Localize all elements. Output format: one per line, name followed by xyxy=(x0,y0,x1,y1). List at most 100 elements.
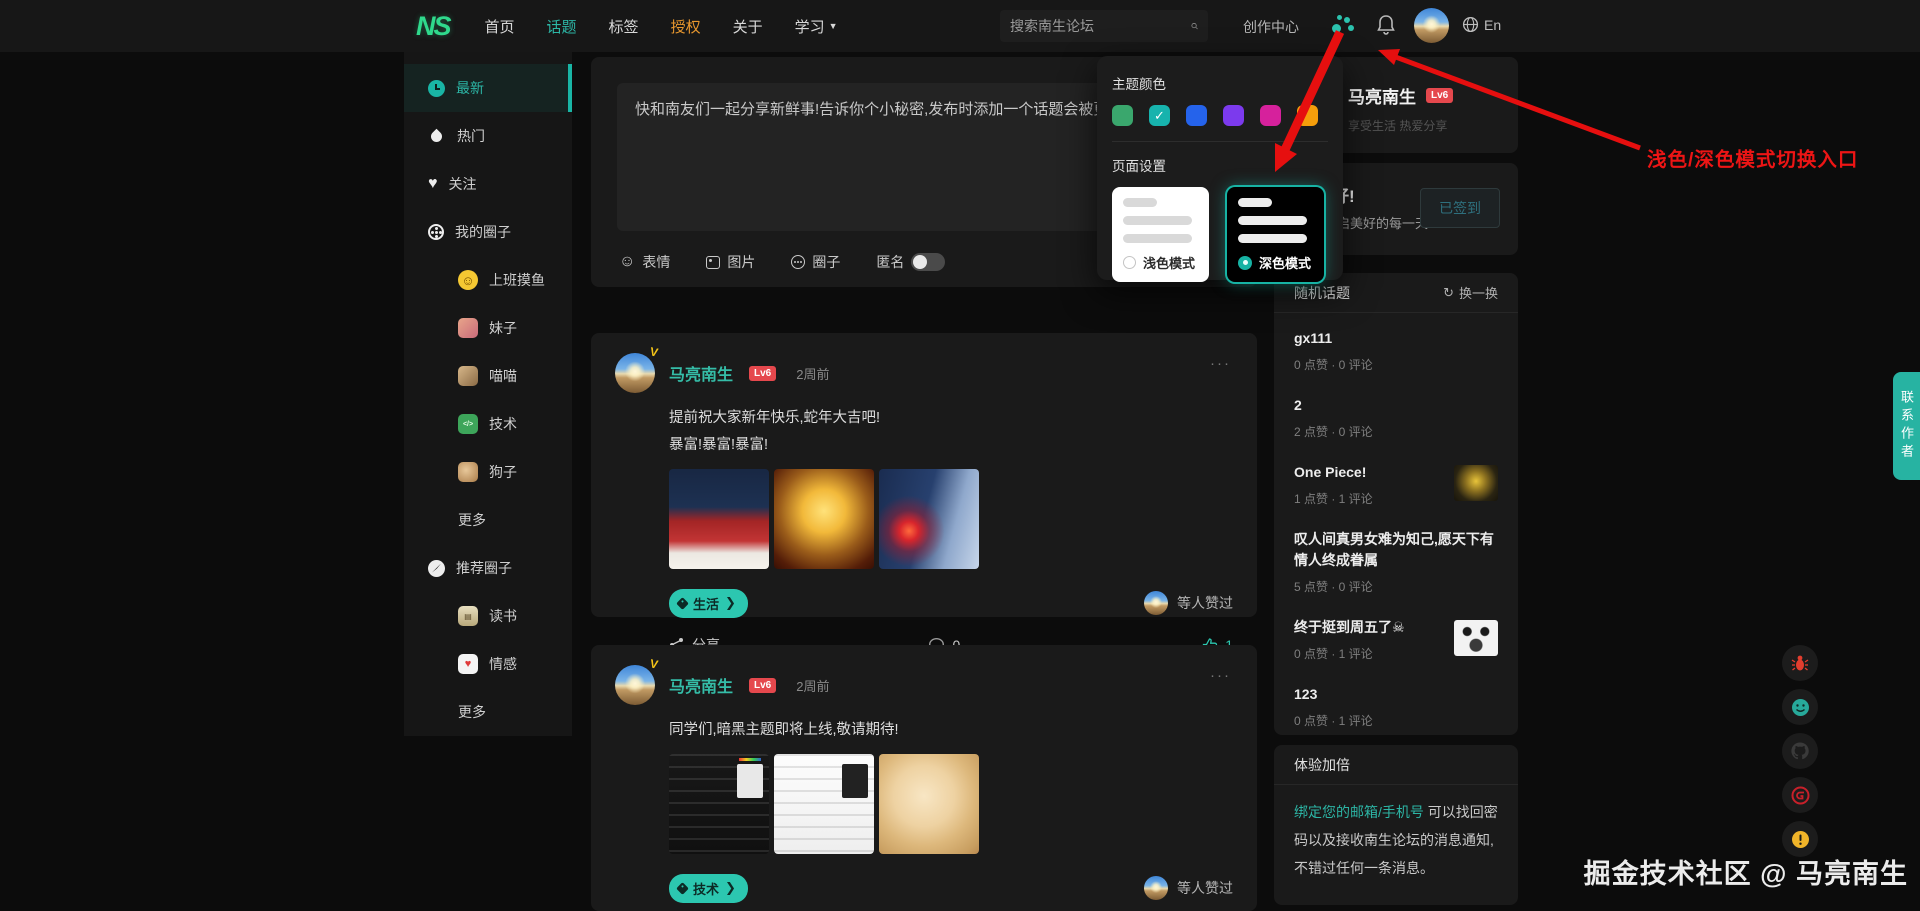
post-author-avatar[interactable]: V xyxy=(615,353,655,393)
theme-settings-popup: 主题颜色 ✓ 页面设置 浅色模式 深色模式 xyxy=(1097,56,1343,280)
bind-card-title: 体验加倍 xyxy=(1294,755,1350,775)
post-time: 2周前 xyxy=(796,364,829,383)
smiley-icon xyxy=(1791,698,1810,717)
gitee-button[interactable] xyxy=(1782,777,1818,813)
sidebar-circle-reading[interactable]: ▤ 读书 xyxy=(404,592,572,640)
post-image-dark-screenshot[interactable] xyxy=(669,754,769,854)
post-image-snow-houses[interactable] xyxy=(669,469,769,569)
sidebar-circle-tech[interactable]: </> 技术 xyxy=(404,400,572,448)
qq-contact-button[interactable] xyxy=(1782,689,1818,725)
color-swatch-purple[interactable] xyxy=(1223,105,1244,126)
girl-avatar xyxy=(458,318,478,338)
color-swatch-orange[interactable] xyxy=(1297,105,1318,126)
nav-tags[interactable]: 标签 xyxy=(596,16,652,37)
post-image-doge[interactable] xyxy=(879,754,979,854)
color-swatch-magenta[interactable] xyxy=(1260,105,1281,126)
circle-button[interactable]: 圈子 xyxy=(791,252,840,272)
sidebar-circle-moyu[interactable]: ☺ 上班摸鱼 xyxy=(404,256,572,304)
liked-by[interactable]: 等人赞过 xyxy=(1144,591,1233,615)
theme-palette-icon[interactable] xyxy=(1332,15,1354,37)
github-button[interactable] xyxy=(1782,733,1818,769)
topic-item[interactable]: 2 2 点赞 · 0 评论 xyxy=(1294,384,1498,451)
sidebar-circle-meizi[interactable]: 妹子 xyxy=(404,304,572,352)
image-button[interactable]: 图片 xyxy=(706,252,755,272)
nav-home[interactable]: 首页 xyxy=(472,16,528,37)
light-mode-option[interactable]: 浅色模式 xyxy=(1112,187,1209,282)
sidebar-more-my-circles[interactable]: 更多 xyxy=(404,496,572,544)
liker-avatar xyxy=(1144,876,1168,900)
chevron-right-icon: ❯ xyxy=(725,595,736,611)
refresh-topics-button[interactable]: ↻ 换一换 xyxy=(1443,283,1498,302)
sidebar-item-recommend-circles[interactable]: 推荐圈子 xyxy=(404,544,572,592)
liked-by[interactable]: 等人赞过 xyxy=(1144,876,1233,900)
emoji-button[interactable]: ☺ 表情 xyxy=(619,252,670,272)
post-menu-icon[interactable]: ··· xyxy=(1210,355,1231,372)
site-logo[interactable]: NS xyxy=(416,11,450,42)
post-image-lantern-girl[interactable] xyxy=(879,469,979,569)
post-time: 2周前 xyxy=(796,676,829,695)
page-settings-title: 页面设置 xyxy=(1112,155,1328,175)
topic-item[interactable]: 123 0 点赞 · 1 评论 xyxy=(1294,673,1498,740)
random-topics-title: 随机话题 xyxy=(1294,283,1350,303)
warning-button[interactable] xyxy=(1782,821,1818,857)
sidebar-circle-miao[interactable]: 喵喵 xyxy=(404,352,572,400)
topic-item[interactable]: 叹人间真男女难为知己,愿天下有情人终成眷属 5 点赞 · 0 评论 xyxy=(1294,518,1498,606)
bug-icon xyxy=(1791,654,1809,672)
post-text-line: 提前祝大家新年快乐,蛇年大吉吧! xyxy=(669,405,1233,432)
chevron-down-icon: ▼ xyxy=(829,21,838,31)
nav-topics[interactable]: 话题 xyxy=(534,16,590,37)
profile-name[interactable]: 马亮南生 xyxy=(1348,83,1416,108)
sidebar-item-latest[interactable]: 最新 xyxy=(404,64,572,112)
anonymous-label: 匿名 xyxy=(876,252,904,272)
nav-about[interactable]: 关于 xyxy=(720,16,776,37)
chevron-right-icon: ❯ xyxy=(725,880,736,896)
sidebar-circle-emotion[interactable]: ♥ 情感 xyxy=(404,640,572,688)
post-tag-pill[interactable]: 生活 ❯ xyxy=(669,589,748,618)
contact-author-tab[interactable]: 联系作者 xyxy=(1893,372,1920,480)
post-tag-pill[interactable]: 技术 ❯ xyxy=(669,874,748,903)
topic-item[interactable]: gx111 0 点赞 · 0 评论 xyxy=(1294,317,1498,384)
color-swatch-blue[interactable] xyxy=(1186,105,1207,126)
topic-thumbnail-panda xyxy=(1454,620,1498,656)
search-box[interactable] xyxy=(1000,10,1208,42)
dark-mode-option-selected[interactable]: 深色模式 xyxy=(1227,187,1324,282)
nav-license[interactable]: 授权 xyxy=(658,16,714,37)
bug-report-button[interactable] xyxy=(1782,645,1818,681)
sidebar-item-my-circles[interactable]: 我的圈子 xyxy=(404,208,572,256)
post-author-avatar[interactable]: V xyxy=(615,665,655,705)
color-swatch-teal-selected[interactable]: ✓ xyxy=(1149,105,1170,126)
sidebar-item-hot[interactable]: 热门 xyxy=(404,112,572,160)
sidebar-more-recommend[interactable]: 更多 xyxy=(404,688,572,736)
search-input[interactable] xyxy=(1010,18,1191,34)
sidebar-circle-dog[interactable]: 狗子 xyxy=(404,448,572,496)
notification-bell-icon[interactable] xyxy=(1376,14,1396,41)
color-swatch-green[interactable] xyxy=(1112,105,1133,126)
user-avatar[interactable] xyxy=(1414,8,1449,43)
post-author-name[interactable]: 马亮南生 xyxy=(669,361,733,385)
book-avatar: ▤ xyxy=(458,606,478,626)
topic-item[interactable]: One Piece! 1 点赞 · 1 评论 xyxy=(1294,451,1498,518)
exclamation-icon xyxy=(1791,830,1810,849)
nav-learn[interactable]: 学习 ▼ xyxy=(782,16,851,37)
tag-icon xyxy=(676,597,689,610)
flame-drop-icon xyxy=(429,128,445,144)
github-icon xyxy=(1790,741,1810,761)
topic-item[interactable]: 终于挺到周五了☠ 0 点赞 · 1 评论 xyxy=(1294,606,1498,673)
creator-center-link[interactable]: 创作中心 xyxy=(1243,17,1299,37)
signed-in-button[interactable]: 已签到 xyxy=(1420,188,1500,228)
post-menu-icon[interactable]: ··· xyxy=(1210,667,1231,684)
image-icon xyxy=(706,256,720,269)
anonymous-toggle[interactable] xyxy=(911,253,945,271)
post-image-golden-tree[interactable] xyxy=(774,469,874,569)
language-switcher[interactable]: En xyxy=(1462,16,1501,33)
divider xyxy=(1112,141,1328,142)
check-icon: ✓ xyxy=(1154,108,1165,124)
post-author-name[interactable]: 马亮南生 xyxy=(669,673,733,697)
tag-icon xyxy=(676,882,689,895)
chat-bubble-icon xyxy=(791,255,805,269)
bind-email-phone-link[interactable]: 绑定您的邮箱/手机号 xyxy=(1294,804,1424,820)
navbar: NS 首页 话题 标签 授权 关于 学习 ▼ 创作中心 En xyxy=(0,0,1920,52)
code-avatar: </> xyxy=(458,414,478,434)
post-image-light-screenshot[interactable] xyxy=(774,754,874,854)
sidebar-item-following[interactable]: ♥ 关注 xyxy=(404,160,572,208)
